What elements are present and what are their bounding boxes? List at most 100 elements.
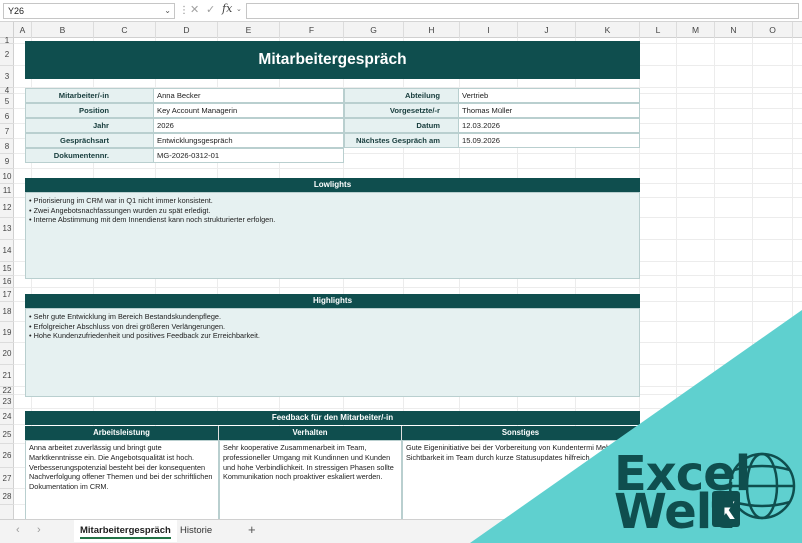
row-header[interactable]: 16 — [0, 276, 14, 288]
info-value[interactable]: 12.03.2026 — [458, 118, 640, 133]
row-header[interactable]: 7 — [0, 124, 14, 139]
column-header[interactable]: I — [460, 22, 518, 38]
row-header[interactable]: 21 — [0, 365, 14, 387]
lowlights-box[interactable]: • Priorisierung im CRM war in Q1 nicht i… — [25, 192, 640, 279]
row-header[interactable]: 23 — [0, 395, 14, 409]
info-label: Position — [25, 103, 154, 118]
row-header[interactable]: 10 — [0, 169, 14, 184]
list-item: • Interne Abstimmung mit dem Innendienst… — [29, 215, 276, 225]
row-header[interactable]: 6 — [0, 109, 14, 124]
column-header[interactable]: C — [94, 22, 156, 38]
info-value[interactable]: Anna Becker — [153, 88, 344, 103]
row-header[interactable]: 3 — [0, 66, 14, 88]
info-label: Nächstes Gespräch am — [344, 133, 459, 148]
row-header[interactable]: 26 — [0, 444, 14, 468]
info-value[interactable]: MG-2026-0312-01 — [153, 148, 344, 163]
row-header[interactable]: 17 — [0, 288, 14, 302]
row-header[interactable]: 8 — [0, 139, 14, 154]
row-header[interactable]: 24 — [0, 409, 14, 425]
row-header[interactable]: 25 — [0, 425, 14, 444]
chevron-down-icon[interactable]: ⌄ — [164, 4, 171, 18]
info-value[interactable]: 2026 — [153, 118, 344, 133]
column-header[interactable]: A — [14, 22, 32, 38]
name-box[interactable]: Y26 ⌄ — [3, 3, 175, 19]
highlights-box[interactable]: • Sehr gute Entwicklung im Bereich Besta… — [25, 308, 640, 397]
row-header[interactable]: 12 — [0, 198, 14, 218]
confirm-icon[interactable]: ✓ — [206, 3, 215, 16]
row-gridline — [14, 408, 802, 409]
feedback-header: Feedback für den Mitarbeiter/-in — [25, 411, 640, 425]
function-chevron-icon[interactable]: ⌄ — [236, 5, 242, 13]
formula-bar: Y26 ⌄ ⋮ ✕ ✓ fx ⌄ — [0, 0, 802, 22]
info-label: Jahr — [25, 118, 154, 133]
row-header[interactable]: 14 — [0, 240, 14, 262]
chevron-right-icon[interactable]: › — [37, 524, 41, 536]
column-header[interactable]: L — [640, 22, 677, 38]
lowlights-header: Lowlights — [25, 178, 640, 192]
info-label: Mitarbeiter/-in — [25, 88, 154, 103]
formula-input[interactable] — [246, 3, 799, 19]
insert-function-icon[interactable]: fx — [222, 2, 232, 15]
info-label: Gesprächsart — [25, 133, 154, 148]
column-gridline — [752, 38, 753, 519]
row-header[interactable]: 5 — [0, 94, 14, 109]
tab-historie[interactable]: Historie — [174, 520, 218, 542]
column-header[interactable]: E — [218, 22, 280, 38]
list-item: • Erfolgreicher Abschluss von drei größe… — [29, 321, 226, 331]
more-options-icon[interactable]: ⋮ — [179, 5, 189, 16]
row-header[interactable]: 27 — [0, 468, 14, 489]
info-value[interactable]: Thomas Müller — [458, 103, 640, 118]
column-header[interactable]: H — [404, 22, 460, 38]
column-header[interactable]: N — [715, 22, 753, 38]
excel-window: Y26 ⌄ ⋮ ✕ ✓ fx ⌄ ABCDEFGHIJKLMNO 12345678… — [0, 0, 802, 543]
column-header[interactable]: J — [518, 22, 576, 38]
row-header[interactable]: 15 — [0, 262, 14, 276]
tab-mitarbeitergespraech[interactable]: Mitarbeitergespräch — [74, 520, 177, 542]
column-headers: ABCDEFGHIJKLMNO — [0, 22, 802, 38]
page-title: Mitarbeitergespräch — [25, 41, 640, 79]
column-header[interactable]: B — [32, 22, 94, 38]
cell-reference: Y26 — [8, 6, 25, 16]
feedback-arbeitsleistung-cell[interactable]: Anna arbeitet zuverlässig und bringt gut… — [25, 440, 219, 519]
column-header[interactable]: O — [753, 22, 793, 38]
cancel-icon[interactable]: ✕ — [190, 3, 199, 16]
list-item: • Zwei Angebotsnachfassungen wurden zu s… — [29, 205, 211, 215]
feedback-col-header: Sonstiges — [402, 426, 640, 440]
tab-label: Historie — [180, 525, 213, 536]
add-sheet-button[interactable]: + — [248, 522, 256, 537]
row-header[interactable]: 28 — [0, 489, 14, 505]
row-header[interactable]: 20 — [0, 343, 14, 365]
feedback-verhalten-cell[interactable]: Sehr kooperative Zusammenarbeit im Team,… — [219, 440, 402, 519]
list-item: • Priorisierung im CRM war in Q1 nicht i… — [29, 196, 213, 205]
worksheet-grid[interactable]: Mitarbeitergespräch Mitarbeiter/-in Anna … — [14, 38, 802, 519]
info-label: Abteilung — [344, 88, 459, 103]
row-header[interactable]: 22 — [0, 387, 14, 395]
info-value[interactable]: Entwicklungsgespräch — [153, 133, 344, 148]
column-header[interactable]: M — [677, 22, 715, 38]
feedback-sonstiges-cell[interactable]: Gute Eigeninitiative bei der Vorbereitun… — [402, 440, 640, 519]
column-header[interactable]: F — [280, 22, 344, 38]
column-header[interactable]: D — [156, 22, 218, 38]
tab-label: Mitarbeitergespräch — [80, 525, 171, 536]
column-header[interactable]: K — [576, 22, 640, 38]
column-header[interactable]: G — [344, 22, 404, 38]
list-item: • Hohe Kundenzufriedenheit und positives… — [29, 331, 260, 341]
info-value[interactable]: Vertrieb — [458, 88, 640, 103]
info-label: Datum — [344, 118, 459, 133]
column-gridline — [676, 38, 677, 519]
feedback-col-header: Arbeitsleistung — [25, 426, 219, 440]
row-header[interactable]: 19 — [0, 322, 14, 343]
sheet-tab-bar: ‹ › Mitarbeitergespräch Historie + — [0, 519, 802, 543]
highlights-header: Highlights — [25, 294, 640, 308]
chevron-left-icon[interactable]: ‹ — [16, 524, 20, 536]
column-gridline — [792, 38, 793, 519]
row-header[interactable]: 9 — [0, 154, 14, 169]
feedback-col-header: Verhalten — [219, 426, 402, 440]
row-gridline — [14, 287, 802, 288]
info-value[interactable]: Key Account Managerin — [153, 103, 344, 118]
info-value[interactable]: 15.09.2026 — [458, 133, 640, 148]
row-header[interactable]: 18 — [0, 302, 14, 322]
row-header[interactable]: 11 — [0, 184, 14, 198]
row-header[interactable]: 13 — [0, 218, 14, 240]
row-header[interactable]: 2 — [0, 44, 14, 66]
